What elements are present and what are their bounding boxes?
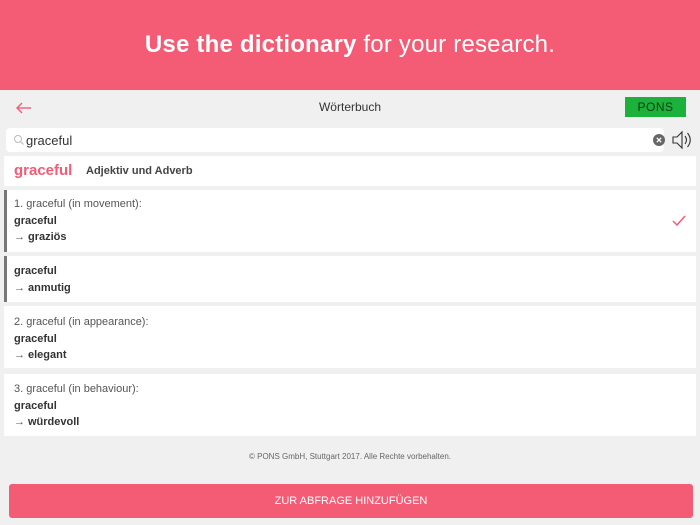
sense-label: 2. graceful (in appearance): bbox=[14, 316, 149, 328]
translation-word: anmutig bbox=[28, 282, 71, 294]
translation: → anmutig bbox=[14, 282, 71, 294]
sense-card-4[interactable]: 3. graceful (in behaviour): graceful → wü… bbox=[4, 374, 696, 436]
search-input[interactable] bbox=[26, 128, 636, 152]
sense-card-2[interactable]: graceful → anmutig bbox=[4, 256, 696, 302]
promo-banner: Use the dictionary for your research. bbox=[0, 0, 700, 90]
sense-card-1[interactable]: 1. graceful (in movement): graceful → gra… bbox=[4, 190, 696, 252]
arrow-right-icon: → bbox=[14, 416, 25, 428]
source-word: graceful bbox=[14, 400, 57, 412]
sense-label: 3. graceful (in behaviour): bbox=[14, 383, 139, 395]
translation: → elegant bbox=[14, 349, 67, 361]
add-to-quiz-button[interactable]: ZUR ABFRAGE HINZUFÜGEN bbox=[9, 484, 693, 518]
pons-logo: PONS bbox=[625, 97, 686, 117]
source-word: graceful bbox=[14, 215, 57, 227]
banner-regular-text: for your research. bbox=[356, 31, 556, 58]
part-of-speech: Adjektiv und Adverb bbox=[86, 165, 193, 177]
translation: → graziös bbox=[14, 231, 67, 243]
headword: graceful bbox=[14, 162, 73, 179]
sense-label: 1. graceful (in movement): bbox=[14, 198, 142, 210]
translation-word: elegant bbox=[28, 349, 67, 361]
nav-bar: Wörterbuch bbox=[0, 90, 700, 126]
copyright-note: © PONS GmbH, Stuttgart 2017. Alle Rechte… bbox=[249, 452, 451, 461]
arrow-right-icon: → bbox=[14, 231, 25, 243]
clear-icon[interactable] bbox=[653, 134, 665, 146]
translation: → würdevoll bbox=[14, 416, 79, 428]
speaker-icon[interactable] bbox=[670, 128, 696, 152]
arrow-right-icon: → bbox=[14, 282, 25, 294]
source-word: graceful bbox=[14, 265, 57, 277]
search-bar bbox=[6, 128, 665, 152]
translation-word: graziös bbox=[28, 231, 67, 243]
search-icon bbox=[14, 135, 24, 145]
sense-card-3[interactable]: 2. graceful (in appearance): graceful → e… bbox=[4, 306, 696, 368]
source-word: graceful bbox=[14, 333, 57, 345]
banner-headline: Use the dictionary for your research. bbox=[145, 31, 555, 59]
arrow-right-icon: → bbox=[14, 349, 25, 361]
banner-bold-text: Use the dictionary bbox=[144, 31, 357, 58]
checkmark-icon[interactable] bbox=[671, 214, 687, 228]
headword-row: graceful Adjektiv und Adverb bbox=[4, 156, 696, 186]
page-title: Wörterbuch bbox=[318, 100, 382, 114]
translation-word: würdevoll bbox=[28, 416, 80, 428]
